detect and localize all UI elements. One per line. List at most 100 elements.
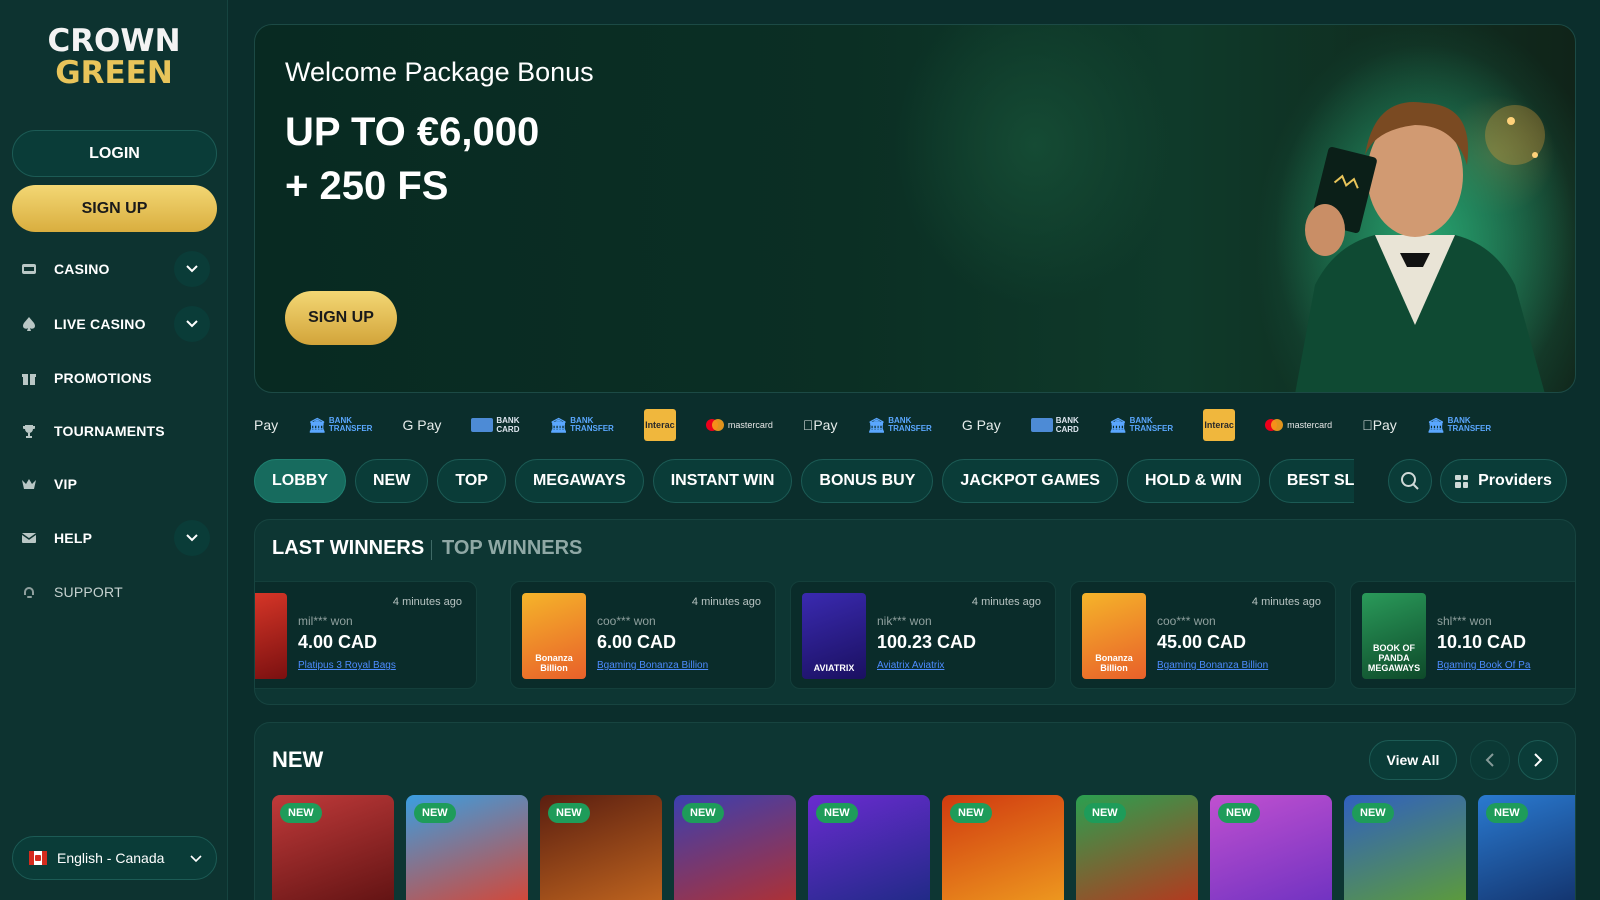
sidebar-item-support[interactable]: SUPPORT <box>20 574 210 610</box>
apple-pay-logo: Pay <box>803 417 838 433</box>
game-thumbnail[interactable]: AVIATRIX <box>802 593 866 679</box>
chevron-down-icon <box>190 850 202 866</box>
tab-lobby[interactable]: LOBBY <box>254 459 346 503</box>
sidebar-item-label: VIP <box>54 476 78 492</box>
casino-icon <box>20 260 38 278</box>
game-tile[interactable]: NEW <box>1344 795 1466 900</box>
tab-new[interactable]: NEW <box>355 459 429 503</box>
tab-top[interactable]: TOP <box>437 459 506 503</box>
mastercard-logo: mastercard <box>1265 419 1332 431</box>
search-button[interactable] <box>1388 459 1432 503</box>
game-tile[interactable]: NEW <box>406 795 528 900</box>
game-tile[interactable]: NEW <box>540 795 662 900</box>
google-pay-logo: G Pay <box>402 417 441 433</box>
winner-card[interactable]: Bonanza Billion 4 minutes ago coo*** won… <box>1070 581 1336 689</box>
sidebar-item-live-casino[interactable]: LIVE CASINO <box>20 306 210 342</box>
sidebar-item-label: HELP <box>54 530 93 546</box>
winner-amount: 10.10 CAD <box>1437 632 1527 652</box>
category-tabs: LOBBY NEW TOP MEGAWAYS INSTANT WIN BONUS… <box>254 459 1354 503</box>
new-badge: NEW <box>1486 803 1528 823</box>
bank-transfer-line2: TRANSFER <box>1426 424 1492 433</box>
login-button[interactable]: LOGIN <box>12 130 217 177</box>
sidebar-item-tournaments[interactable]: TOURNAMENTS <box>20 413 210 449</box>
winner-game-link[interactable]: Bgaming Bonanza Billion <box>597 660 708 671</box>
game-tile[interactable]: NEW <box>942 795 1064 900</box>
bank-card-line2: CARD <box>496 425 520 434</box>
signup-button[interactable]: SIGN UP <box>12 185 217 232</box>
winner-game-link[interactable]: Platipus 3 Royal Bags <box>298 660 396 671</box>
tab-jackpot-games[interactable]: JACKPOT GAMES <box>942 459 1118 503</box>
apple-pay-text: Pay <box>1351 417 1397 433</box>
apple-pay-text: Pay <box>802 417 837 433</box>
sidebar-item-vip[interactable]: VIP <box>20 466 210 502</box>
tab-hold-and-win[interactable]: HOLD & WIN <box>1126 459 1260 503</box>
game-thumbnail[interactable]: Bonanza Billion <box>1082 593 1146 679</box>
payment-methods-strip: Pay 🏛 BANK TRANSFER G Pay BANK CARD 🏛 BANK TR… <box>254 408 1576 442</box>
winner-amount: 4.00 CAD <box>298 632 378 652</box>
tab-top-winners[interactable]: TOP WINNERS <box>442 537 582 560</box>
logo-line-2: GREEN <box>55 55 173 91</box>
winner-card[interactable]: AVIATRIX 4 minutes ago nik*** won 100.23… <box>790 581 1056 689</box>
google-pay-logo: G Pay <box>962 417 1001 433</box>
section-title: NEW <box>272 747 324 772</box>
winner-user: coo*** won <box>597 614 656 628</box>
winner-time: 4 minutes ago <box>971 596 1041 608</box>
view-all-button[interactable]: View All <box>1369 740 1457 780</box>
interac-logo: Interac <box>1193 409 1236 441</box>
chevron-right-icon <box>1534 753 1543 767</box>
bank-transfer-logo: 🏛 BANK TRANSFER <box>1109 417 1173 433</box>
sidebar-item-help[interactable]: HELP <box>20 520 210 556</box>
hero-banner[interactable]: Welcome Package Bonus UP TO €6,000 + 250… <box>254 24 1576 393</box>
chevron-down-icon[interactable] <box>174 520 210 556</box>
winner-card[interactable]: 4 minutes ago mil*** won 4.00 CAD Platip… <box>255 581 477 689</box>
tab-bonus-buy[interactable]: BONUS BUY <box>801 459 934 503</box>
bank-card-logo: BANK CARD <box>471 416 519 434</box>
game-tile[interactable]: NEW <box>1478 795 1575 900</box>
bank-card-line2: CARD <box>1045 425 1079 434</box>
hero-signup-button[interactable]: SIGN UP <box>285 291 397 345</box>
winner-game-link[interactable]: Bgaming Bonanza Billion <box>1157 660 1268 671</box>
interac-text: Interac <box>645 420 675 430</box>
game-tile[interactable]: NEW <box>674 795 796 900</box>
winner-game-link[interactable]: Bgaming Book Of Pa <box>1437 660 1530 671</box>
apple-pay-logo: Pay <box>254 417 278 433</box>
sidebar-item-promotions[interactable]: PROMOTIONS <box>20 360 210 396</box>
tab-instant-win[interactable]: INSTANT WIN <box>652 459 793 503</box>
winner-amount: 45.00 CAD <box>1157 632 1247 652</box>
winner-game-link[interactable]: Aviatrix Aviatrix <box>877 660 944 671</box>
bank-transfer-logo: 🏛 BANK TRANSFER <box>549 417 613 433</box>
game-thumbnail-label: Bonanza Billion <box>535 653 573 673</box>
crown-green-logo[interactable]: CROWN GREEN <box>42 26 186 92</box>
winner-time: 4 minutes ago <box>691 596 761 608</box>
winner-card[interactable]: BOOK OF PANDA MEGAWAYS 4 m shl*** won 10… <box>1350 581 1575 689</box>
winner-card[interactable]: Bonanza Billion 4 minutes ago coo*** won… <box>510 581 776 689</box>
tab-best-slots[interactable]: BEST SLOTS <box>1268 459 1354 503</box>
sidebar-item-label: SUPPORT <box>54 584 123 600</box>
crown-icon <box>20 475 38 493</box>
game-tile[interactable]: NEW <box>808 795 930 900</box>
winner-user: shl*** won <box>1437 614 1492 628</box>
game-tile[interactable]: NEW <box>272 795 394 900</box>
canada-flag-icon <box>29 851 47 865</box>
carousel-prev-button[interactable] <box>1470 740 1510 780</box>
support-icon <box>20 583 38 601</box>
game-tile[interactable]: NEW <box>1210 795 1332 900</box>
game-thumbnail[interactable] <box>255 593 287 679</box>
game-thumbnail[interactable]: BOOK OF PANDA MEGAWAYS <box>1362 593 1426 679</box>
bank-icon: 🏛 <box>1098 417 1127 433</box>
chevron-down-icon[interactable] <box>174 306 210 342</box>
game-thumbnail[interactable]: Bonanza Billion <box>522 593 586 679</box>
game-thumbnail-label: AVIATRIX <box>813 663 855 673</box>
spade-icon <box>20 315 38 333</box>
game-tile[interactable]: NEW <box>1076 795 1198 900</box>
sidebar-item-casino[interactable]: CASINO <box>20 251 210 287</box>
interac-text: Interac <box>1193 420 1234 430</box>
chevron-down-icon[interactable] <box>174 251 210 287</box>
language-selector[interactable]: English - Canada <box>12 836 217 880</box>
providers-button[interactable]: Providers <box>1440 459 1567 503</box>
carousel-next-button[interactable] <box>1518 740 1558 780</box>
tab-last-winners[interactable]: LAST WINNERS <box>272 537 424 560</box>
bank-icon: 🏛 <box>1427 418 1445 432</box>
sidebar-item-label: CASINO <box>54 261 110 277</box>
tab-megaways[interactable]: MEGAWAYS <box>514 459 644 503</box>
